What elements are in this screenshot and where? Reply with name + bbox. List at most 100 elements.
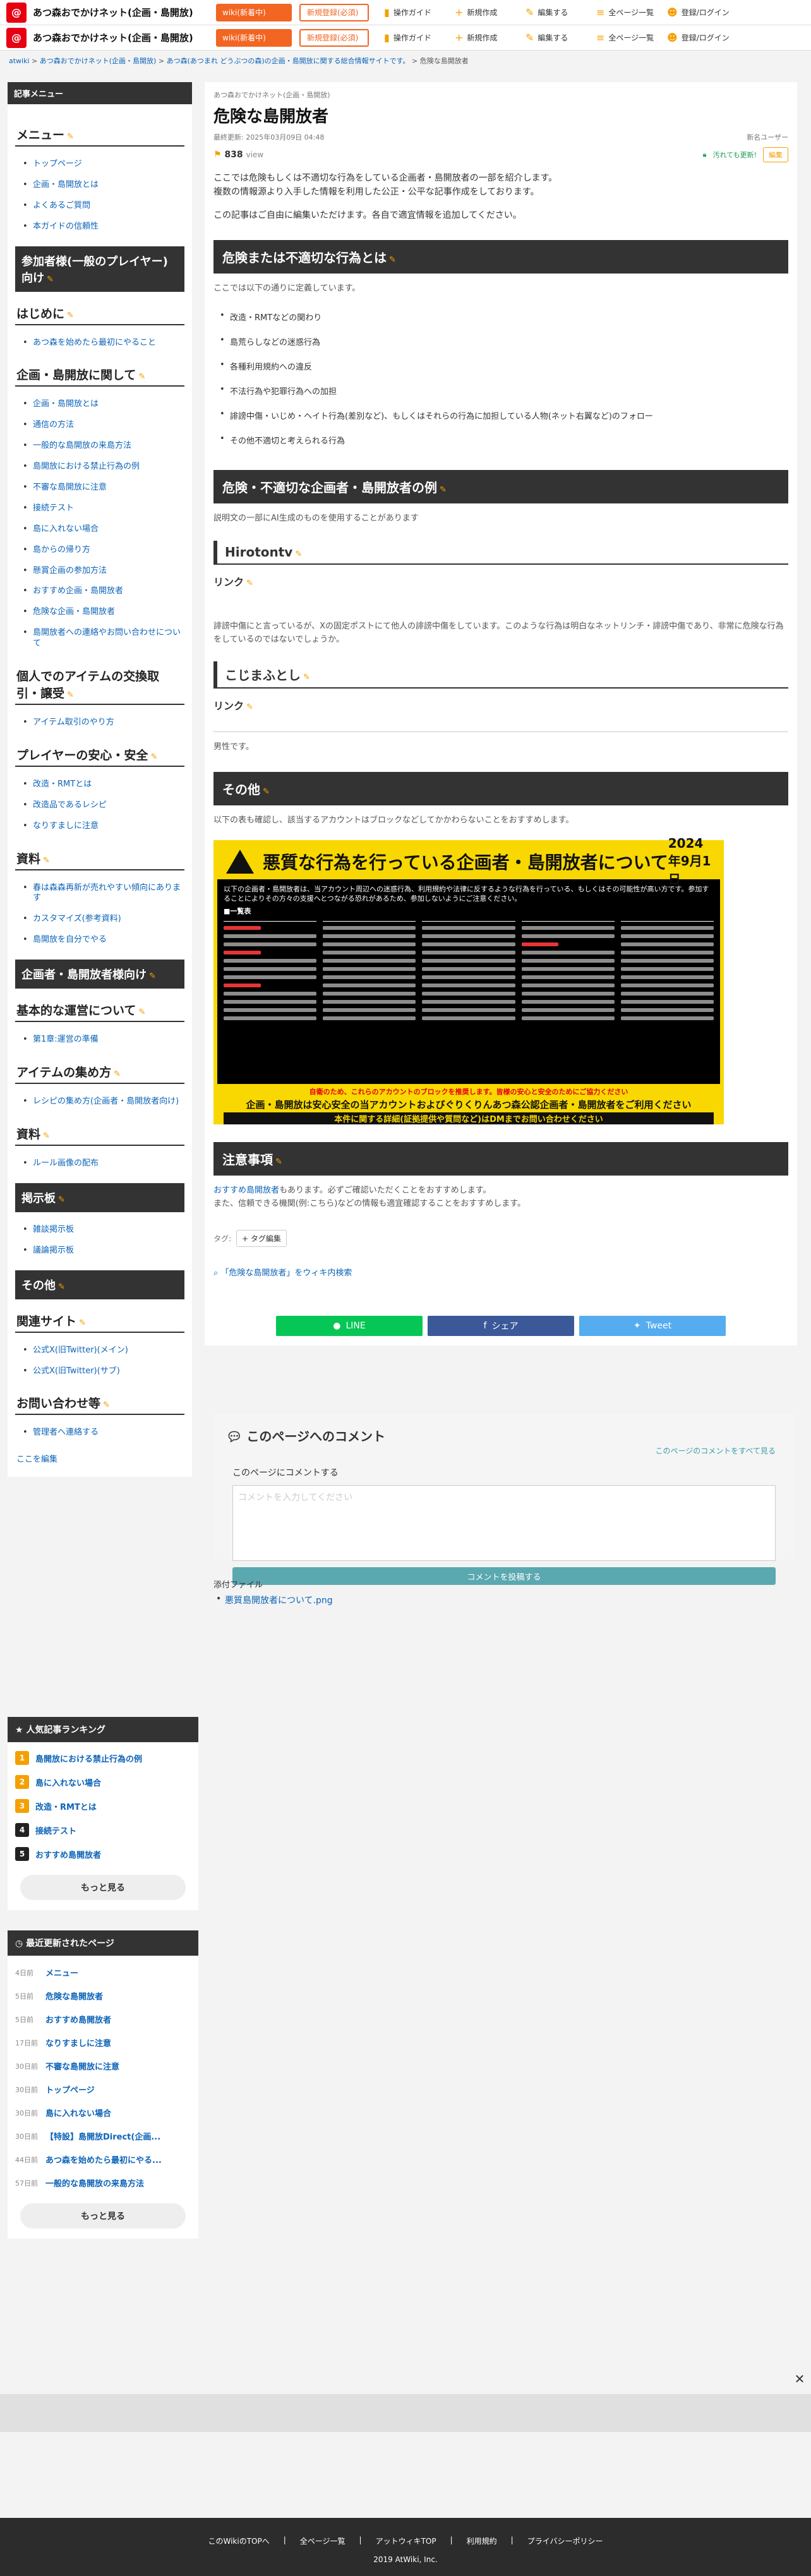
footer-link[interactable]: プライバシーポリシー bbox=[527, 2536, 603, 2546]
sidebar-item[interactable]: 懸賞企画の参加方法 bbox=[21, 561, 184, 582]
sidebar-item[interactable]: レシピの集め方(企画者・島開放者向け) bbox=[21, 1092, 184, 1112]
register-button[interactable]: 新規登録(必須) bbox=[299, 3, 369, 21]
pencil-icon[interactable]: ✎ bbox=[149, 972, 156, 981]
atwiki-logo[interactable]: @ bbox=[6, 2, 27, 23]
recent-item[interactable]: 57日前 一般的な島開放の来島方法 bbox=[8, 2171, 198, 2194]
site-title[interactable]: あつ森おでかけネット(企画・島開放) bbox=[33, 31, 216, 44]
sidebar-item[interactable]: 島に入れない場合 bbox=[21, 519, 184, 540]
pencil-icon[interactable]: ✎ bbox=[138, 1008, 145, 1017]
sidebar-item[interactable]: 管理者へ連絡する bbox=[21, 1423, 184, 1443]
recent-item[interactable]: 17日前 なりすましに注意 bbox=[8, 2031, 198, 2054]
all-pages-link[interactable]: ≡ 全ページ一覧 bbox=[596, 32, 659, 44]
recent-item[interactable]: 30日前 不審な島開放に注意 bbox=[8, 2054, 198, 2078]
pencil-icon[interactable]: ✎ bbox=[303, 673, 310, 682]
pencil-icon[interactable]: ✎ bbox=[138, 372, 145, 382]
sidebar-item[interactable]: 島開放を自分でやる bbox=[21, 930, 184, 951]
recent-item[interactable]: 30日前 トップページ bbox=[8, 2078, 198, 2101]
wiki-button[interactable]: wiki(新着中) bbox=[216, 28, 292, 47]
close-icon[interactable]: ✕ bbox=[793, 2373, 806, 2385]
recent-item[interactable]: 5日前 おすすめ島開放者 bbox=[8, 2007, 198, 2031]
pencil-icon[interactable]: ✎ bbox=[67, 132, 74, 141]
pencil-icon[interactable]: ✎ bbox=[67, 311, 74, 320]
pencil-icon[interactable]: ✎ bbox=[275, 1157, 282, 1167]
footer-link[interactable]: 全ページ一覧 bbox=[300, 2536, 345, 2546]
line-share-button[interactable]: ● LINE bbox=[276, 1315, 423, 1336]
pencil-icon[interactable]: ✎ bbox=[79, 1318, 86, 1328]
footer-link[interactable]: このWikiのTOPへ bbox=[208, 2536, 270, 2546]
sidebar-item[interactable]: 島開放における禁止行為の例 bbox=[21, 457, 184, 478]
sidebar-item[interactable]: 接続テスト bbox=[21, 498, 184, 519]
recent-item[interactable]: 44日前 あつ森を始めたら最初にやる... bbox=[8, 2148, 198, 2171]
ranking-item[interactable]: 3 改造・RMTとは bbox=[8, 1794, 198, 1818]
breadcrumb-item[interactable]: あつ森(あつまれ どうぶつの森)の企画・島開放に関する総合情報サイトです。 bbox=[167, 57, 410, 65]
sidebar-item[interactable]: 危険な企画・島開放者 bbox=[21, 602, 184, 623]
recommended-link[interactable]: おすすめ島開放者 bbox=[213, 1186, 279, 1195]
pencil-icon[interactable]: ✎ bbox=[150, 752, 157, 762]
login-link[interactable]: ☻ 登録/ログイン bbox=[667, 6, 730, 18]
edit-link[interactable]: ✎ 編集する bbox=[526, 32, 589, 44]
sidebar-item[interactable]: 不審な島開放に注意 bbox=[21, 478, 184, 498]
recent-item[interactable]: 30日前 【特設】島開放Direct(企画... bbox=[8, 2124, 198, 2148]
sidebar-item[interactable]: 島開放者への連絡やお問い合わせについて bbox=[21, 623, 184, 654]
pencil-icon[interactable]: ✎ bbox=[389, 255, 396, 265]
new-page-link[interactable]: + 新規作成 bbox=[455, 32, 518, 44]
ranking-item[interactable]: 5 おすすめ島開放者 bbox=[8, 1842, 198, 1866]
register-button[interactable]: 新規登録(必須) bbox=[299, 28, 369, 47]
site-title[interactable]: あつ森おでかけネット(企画・島開放) bbox=[33, 6, 216, 19]
ranking-item[interactable]: 4 接続テスト bbox=[8, 1818, 198, 1842]
comment-input[interactable]: コメントを入力してください bbox=[232, 1485, 776, 1561]
pencil-icon[interactable]: ✎ bbox=[103, 1400, 110, 1410]
sidebar-item[interactable]: アイテム取引のやり方 bbox=[21, 713, 184, 733]
twitter-share-button[interactable]: ✦ Tweet bbox=[579, 1315, 726, 1336]
warning-image[interactable]: 悪質な行為を行っている企画者・島開放者について 2024年9月1日 以下の企画者… bbox=[213, 836, 724, 1124]
breadcrumb-item[interactable]: atwiki bbox=[9, 57, 30, 65]
person-link[interactable]: リンク ✎ bbox=[213, 697, 788, 713]
footer-link[interactable]: アットウィキTOP bbox=[376, 2536, 436, 2546]
sidebar-item[interactable]: あつ森を始めたら最初にやること bbox=[21, 333, 184, 354]
new-page-link[interactable]: + 新規作成 bbox=[455, 6, 518, 18]
sidebar-item[interactable]: 公式X(旧Twitter)(メイン) bbox=[21, 1340, 184, 1361]
search-in-wiki-link[interactable]: ⌕ 「危険な島開放者」をウィキ内検索 bbox=[213, 1266, 788, 1278]
recent-item[interactable]: 30日前 島に入れない場合 bbox=[8, 2101, 198, 2124]
sidebar-item[interactable]: 企画・島開放とは bbox=[21, 175, 184, 196]
ranking-item[interactable]: 2 島に入れない場合 bbox=[8, 1770, 198, 1794]
edit-link[interactable]: ✎ 編集する bbox=[526, 6, 589, 18]
ranking-more-button[interactable]: もっと見る bbox=[20, 1875, 186, 1900]
sidebar-item[interactable]: 議論掲示板 bbox=[21, 1241, 184, 1261]
atwiki-logo[interactable]: @ bbox=[6, 27, 27, 48]
sidebar-item[interactable]: 改造・RMTとは bbox=[21, 774, 184, 795]
tag-edit-button[interactable]: + タグ編集 bbox=[236, 1229, 287, 1247]
sidebar-item[interactable]: トップページ bbox=[21, 154, 184, 175]
sidebar-item[interactable]: おすすめ企画・島開放者 bbox=[21, 581, 184, 602]
pencil-icon[interactable]: ✎ bbox=[67, 690, 74, 700]
ranking-item[interactable]: 1 島開放における禁止行為の例 bbox=[8, 1746, 198, 1770]
footer-link[interactable]: 利用規約 bbox=[467, 2536, 497, 2546]
login-link[interactable]: ☻ 登録/ログイン bbox=[667, 32, 730, 44]
pencil-icon[interactable]: ✎ bbox=[43, 856, 50, 865]
recent-more-button[interactable]: もっと見る bbox=[20, 2203, 186, 2229]
person-link[interactable]: リンク ✎ bbox=[213, 574, 788, 589]
breadcrumb-item[interactable]: あつ森おでかけネット(企画・島開放) bbox=[40, 57, 157, 65]
recent-item[interactable]: 4日前 メニュー bbox=[8, 1961, 198, 1984]
sidebar-item[interactable]: 公式X(旧Twitter)(サブ) bbox=[21, 1361, 184, 1382]
sidebar-item[interactable]: 企画・島開放とは bbox=[21, 394, 184, 415]
pencil-icon[interactable]: ✎ bbox=[295, 550, 302, 559]
pencil-icon[interactable]: ✎ bbox=[43, 1131, 50, 1141]
sidebar-item[interactable]: 雑談掲示板 bbox=[21, 1220, 184, 1241]
all-comments-link[interactable]: このページのコメントをすべて見る bbox=[656, 1445, 776, 1456]
all-pages-link[interactable]: ≡ 全ページ一覧 bbox=[596, 6, 659, 18]
recent-item[interactable]: 5日前 危険な島開放者 bbox=[8, 1984, 198, 2007]
facebook-share-button[interactable]: f シェア bbox=[428, 1315, 574, 1336]
sidebar-item[interactable]: 本ガイドの信頼性 bbox=[21, 217, 184, 238]
pencil-icon[interactable]: ✎ bbox=[58, 1195, 65, 1205]
wiki-button[interactable]: wiki(新着中) bbox=[216, 3, 292, 21]
sidebar-item[interactable]: 通信の方法 bbox=[21, 415, 184, 436]
pencil-icon[interactable]: ✎ bbox=[47, 275, 54, 284]
sidebar-item[interactable]: 春は森森再新が売れやすい傾向にあります bbox=[21, 878, 184, 910]
sidebar-item[interactable]: カスタマイズ(参考資料) bbox=[21, 909, 184, 930]
pencil-icon[interactable]: ✎ bbox=[114, 1069, 121, 1079]
pencil-icon[interactable]: ✎ bbox=[58, 1282, 65, 1292]
sidebar-item[interactable]: ルール画像の配布 bbox=[21, 1153, 184, 1174]
guide-link[interactable]: ▮ 操作ガイド bbox=[384, 32, 447, 44]
edit-button[interactable]: 編集 bbox=[763, 147, 788, 162]
